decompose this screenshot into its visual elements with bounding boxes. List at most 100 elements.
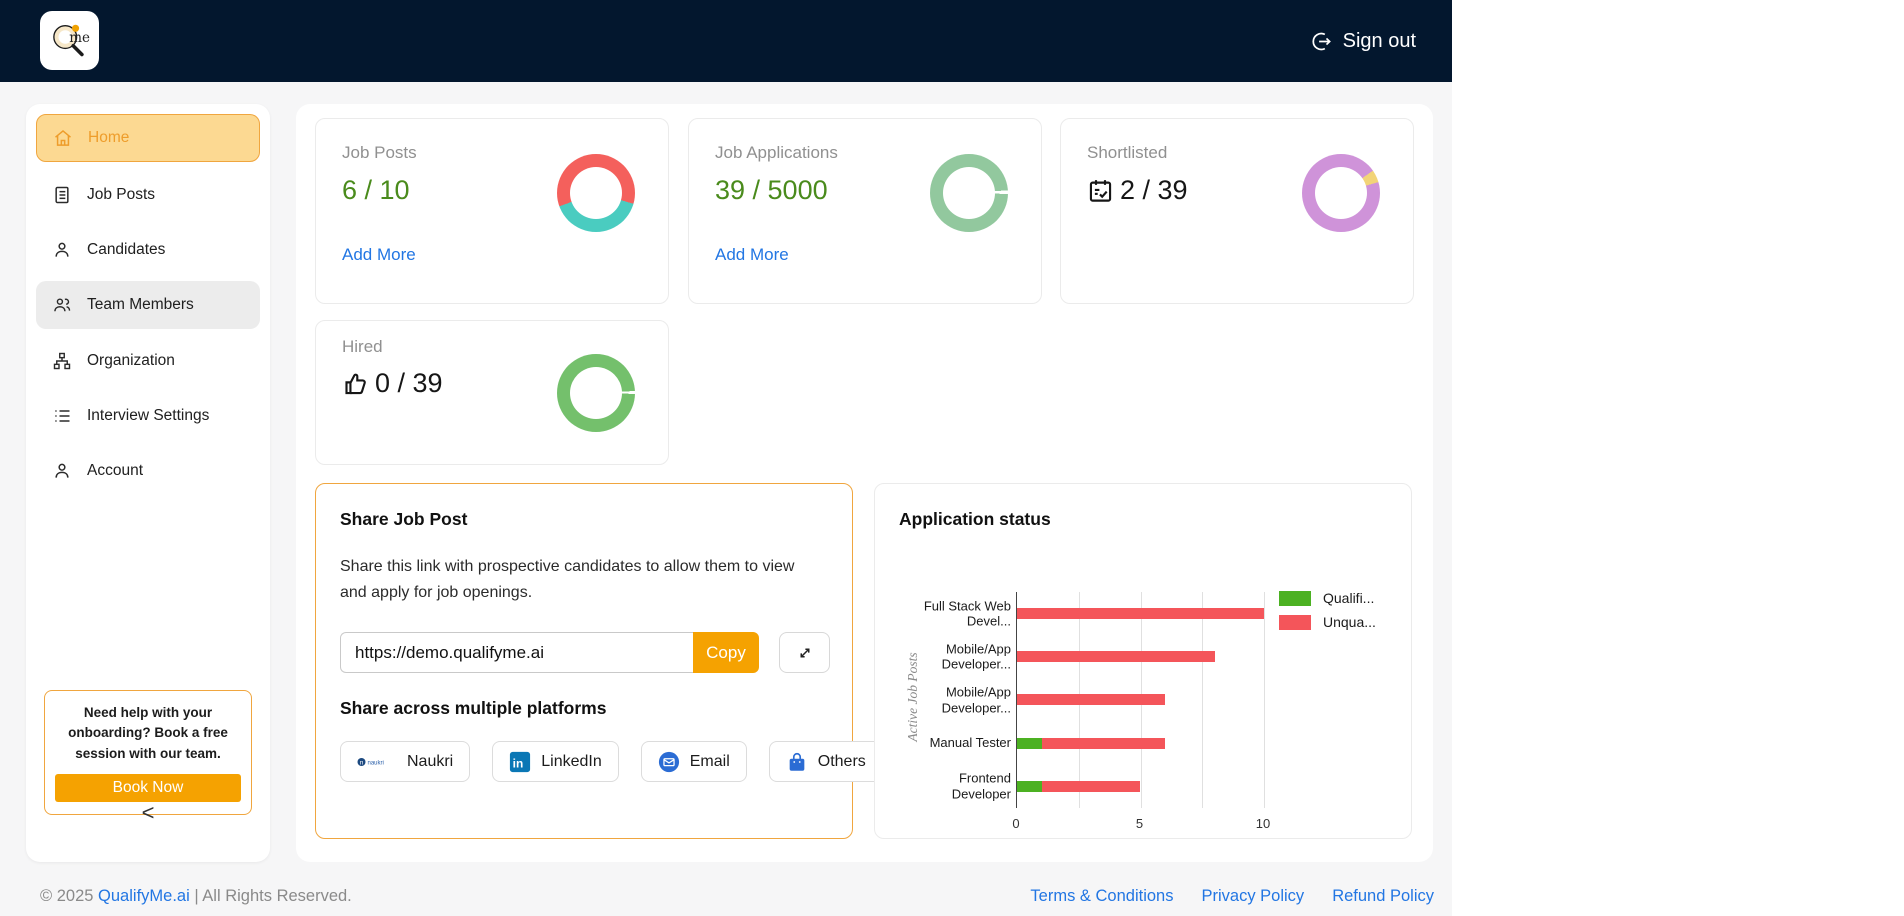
share-link-input[interactable]: [340, 632, 693, 673]
chart-x-tick: 10: [1255, 816, 1271, 831]
job-applications-donut: [930, 154, 1008, 232]
magnifier-logo-icon: me: [52, 24, 90, 56]
legend-swatch-qualified: [1279, 590, 1311, 606]
footer-links: Terms & Conditions Privacy Policy Refund…: [1030, 887, 1434, 906]
terms-link[interactable]: Terms & Conditions: [1030, 887, 1173, 906]
shortlisted-donut: [1302, 154, 1380, 232]
platform-label: Naukri: [407, 752, 454, 770]
book-now-button[interactable]: Book Now: [55, 773, 241, 802]
legend-entry-qualified: Qualifi...: [1279, 590, 1376, 606]
help-text: Need help with your onboarding? Book a f…: [68, 705, 228, 761]
chart-row: [1017, 635, 1264, 678]
sidebar-item-home[interactable]: Home: [36, 114, 260, 162]
svg-text:in: in: [513, 756, 524, 770]
sidebar: Home Job Posts Candidates Team Members O…: [26, 104, 270, 862]
add-more-link[interactable]: Add More: [715, 245, 789, 265]
person-icon: [55, 242, 69, 257]
copyright-text: © 2025 QualifyMe.ai | All Rights Reserve…: [40, 887, 352, 906]
privacy-link[interactable]: Privacy Policy: [1201, 887, 1304, 906]
card-title: Job Applications: [715, 143, 838, 162]
copyright-suffix: | All Rights Reserved.: [189, 886, 352, 905]
chart-category-label: Full Stack Web Devel...: [923, 598, 1011, 629]
hired-value: 0 / 39: [375, 368, 443, 398]
email-icon: [658, 751, 679, 772]
logo-me-text: me: [69, 29, 90, 45]
share-description: Share this link with prospective candida…: [340, 558, 795, 601]
sign-out-label: Sign out: [1342, 29, 1416, 52]
chart-row: [1017, 765, 1264, 808]
share-email-button[interactable]: Email: [640, 741, 747, 782]
sidebar-item-interview-settings[interactable]: Interview Settings: [36, 392, 260, 440]
copy-button[interactable]: Copy: [693, 632, 759, 673]
sidebar-item-label: Home: [88, 129, 130, 146]
refund-link[interactable]: Refund Policy: [1332, 887, 1434, 906]
sidebar-collapse-button[interactable]: <: [26, 800, 270, 826]
list-settings-icon: [55, 410, 70, 422]
card-value: 2 / 39: [1087, 175, 1188, 206]
sidebar-item-job-posts[interactable]: Job Posts: [36, 171, 260, 219]
sidebar-item-label: Interview Settings: [87, 407, 210, 424]
legend-entry-unqualified: Unqua...: [1279, 614, 1376, 630]
shortlisted-card: Shortlisted 2 / 39: [1060, 118, 1414, 304]
share-others-button[interactable]: Others: [768, 741, 883, 782]
naukri-icon: n naukri: [357, 757, 384, 766]
chart-row: [1017, 592, 1264, 635]
share-linkedin-button[interactable]: in LinkedIn: [492, 741, 619, 782]
thumbs-up-icon: [345, 373, 366, 395]
card-value: 39 / 5000: [715, 175, 828, 205]
legend-label: Qualifi...: [1323, 590, 1375, 606]
application-status-panel: Application status Active Job Posts Full…: [874, 483, 1412, 839]
add-more-link[interactable]: Add More: [342, 245, 416, 265]
onboarding-help-box: Need help with your onboarding? Book a f…: [44, 690, 252, 815]
sidebar-item-label: Organization: [87, 352, 175, 369]
sidebar-item-label: Job Posts: [87, 186, 156, 203]
share-naukri-button[interactable]: n naukri Naukri: [340, 741, 471, 782]
sidebar-item-team-members[interactable]: Team Members: [36, 281, 260, 329]
linkedin-icon: in: [510, 751, 531, 772]
chart-category-label: Mobile/App Developer...: [941, 641, 1011, 672]
legend-label: Unqua...: [1323, 614, 1376, 630]
job-posts-card: Job Posts 6 / 10 Add More: [315, 118, 669, 304]
app-background: me Sign out Home Job Posts Candidates Te…: [0, 0, 1452, 916]
team-icon: [54, 298, 71, 312]
qualifyme-logo[interactable]: me: [40, 11, 99, 70]
legend-swatch-unqualified: [1279, 614, 1311, 630]
chart-category-label: Frontend Developer: [951, 770, 1011, 802]
sidebar-item-organization[interactable]: Organization: [36, 337, 260, 385]
card-title: Job Posts: [342, 143, 417, 162]
qualifyme-footer-link[interactable]: QualifyMe.ai: [98, 887, 190, 905]
job-posts-icon: [55, 186, 69, 204]
sign-out-button[interactable]: Sign out: [1310, 0, 1416, 82]
svg-text:naukri: naukri: [368, 760, 384, 766]
platform-label: Others: [817, 752, 866, 770]
chart-x-tick: 5: [1135, 816, 1144, 831]
footer: © 2025 QualifyMe.ai | All Rights Reserve…: [0, 876, 1452, 916]
chart-title: Application status: [899, 509, 1051, 529]
top-navbar: me Sign out: [0, 0, 1452, 82]
chart-row: [1017, 678, 1264, 721]
expand-icon: [800, 648, 809, 657]
briefcase-icon: [789, 752, 805, 771]
card-value: 6 / 10: [342, 175, 410, 205]
sidebar-item-label: Team Members: [87, 296, 194, 313]
svg-text:n: n: [360, 759, 364, 766]
share-job-post-panel: Share Job Post Share this link with pros…: [315, 483, 883, 839]
expand-link-button[interactable]: [779, 632, 830, 673]
platform-buttons-row: n naukri Naukri in LinkedIn Email Others: [340, 741, 883, 782]
chart-legend: Qualifi... Unqua...: [1279, 590, 1376, 638]
sidebar-item-label: Candidates: [87, 241, 166, 258]
job-applications-card: Job Applications 39 / 5000 Add More: [688, 118, 1042, 304]
org-chart-icon: [53, 352, 71, 370]
platform-label: Email: [689, 752, 730, 770]
chart-x-tick: 0: [1012, 816, 1020, 831]
share-title: Share Job Post: [340, 509, 468, 529]
shortlisted-value: 2 / 39: [1120, 175, 1188, 205]
card-title: Shortlisted: [1087, 143, 1168, 162]
card-value: 0 / 39: [342, 368, 443, 399]
sidebar-item-candidates[interactable]: Candidates: [36, 226, 260, 274]
platform-label: LinkedIn: [541, 752, 602, 770]
chart-row: [1017, 722, 1264, 765]
sidebar-item-account[interactable]: Account: [36, 447, 260, 495]
card-title: Hired: [342, 337, 383, 356]
home-icon: [55, 129, 71, 146]
